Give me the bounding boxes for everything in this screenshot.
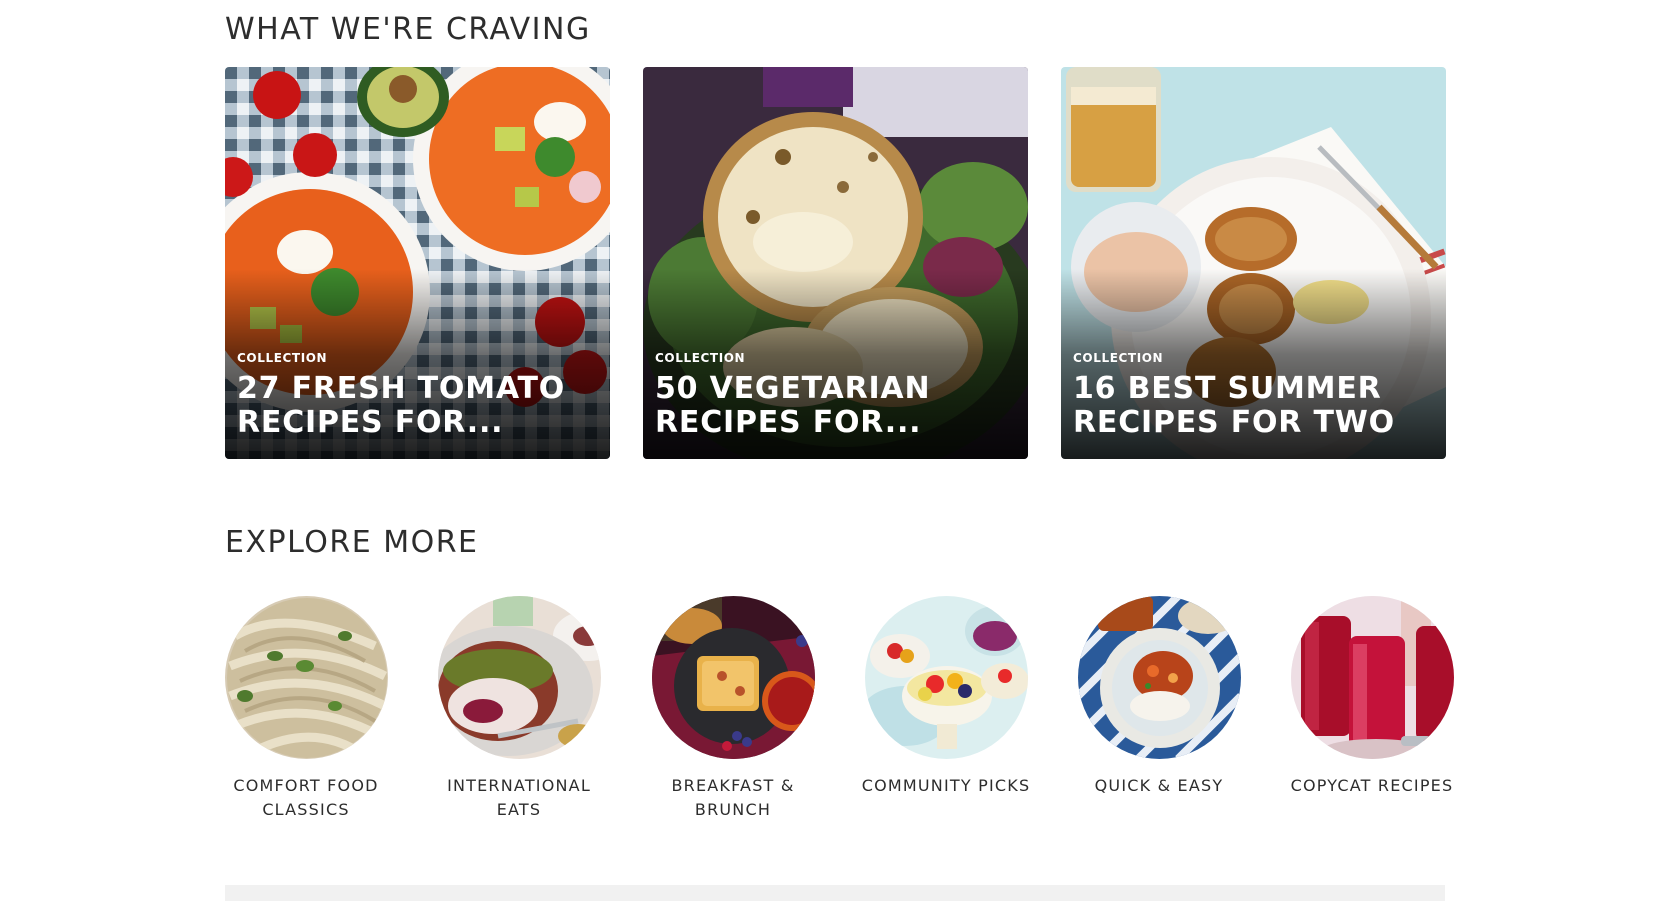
collection-card-vegetarian[interactable]: COLLECTION 50 VEGETARIAN RECIPES FOR... <box>643 67 1028 459</box>
category-quick-easy[interactable]: QUICK & EASY <box>1069 596 1249 798</box>
footer-divider <box>225 885 1445 901</box>
card-title: 27 FRESH TOMATO RECIPES FOR... <box>237 372 566 440</box>
category-international-eats[interactable]: INTERNATIONAL EATS <box>429 596 609 822</box>
card-eyebrow: COLLECTION <box>237 351 328 365</box>
explore-section-title: EXPLORE MORE <box>225 525 479 560</box>
craving-section-title: WHAT WE'RE CRAVING <box>225 12 591 47</box>
category-label: QUICK & EASY <box>1094 776 1224 795</box>
category-label: COPYCAT RECIPES <box>1290 776 1454 795</box>
category-label: COMMUNITY PICKS <box>861 776 1031 795</box>
international-eats-image <box>437 596 601 759</box>
card-title: 16 BEST SUMMER RECIPES FOR TWO <box>1073 372 1395 440</box>
collection-card-summer[interactable]: COLLECTION 16 BEST SUMMER RECIPES FOR TW… <box>1061 67 1446 459</box>
breakfast-brunch-image <box>651 596 815 759</box>
craving-cards: COLLECTION 27 FRESH TOMATO RECIPES FOR..… <box>225 67 1446 459</box>
category-label: BREAKFAST & BRUNCH <box>671 776 795 819</box>
category-community-picks[interactable]: COMMUNITY PICKS <box>856 596 1036 798</box>
card-eyebrow: COLLECTION <box>655 351 746 365</box>
card-title: 50 VEGETARIAN RECIPES FOR... <box>655 372 931 440</box>
collection-card-tomato[interactable]: COLLECTION 27 FRESH TOMATO RECIPES FOR..… <box>225 67 610 459</box>
category-copycat-recipes[interactable]: COPYCAT RECIPES <box>1282 596 1462 798</box>
quick-easy-image <box>1077 596 1241 759</box>
card-eyebrow: COLLECTION <box>1073 351 1164 365</box>
community-picks-image <box>864 596 1028 759</box>
comfort-food-image <box>224 596 388 759</box>
copycat-recipes-image <box>1290 596 1454 759</box>
explore-categories: COMFORT FOOD CLASSICS INTERNATIONAL EATS <box>224 596 1454 826</box>
category-comfort-food[interactable]: COMFORT FOOD CLASSICS <box>216 596 396 822</box>
category-label: COMFORT FOOD CLASSICS <box>233 776 379 819</box>
category-breakfast-brunch[interactable]: BREAKFAST & BRUNCH <box>643 596 823 822</box>
category-label: INTERNATIONAL EATS <box>447 776 591 819</box>
